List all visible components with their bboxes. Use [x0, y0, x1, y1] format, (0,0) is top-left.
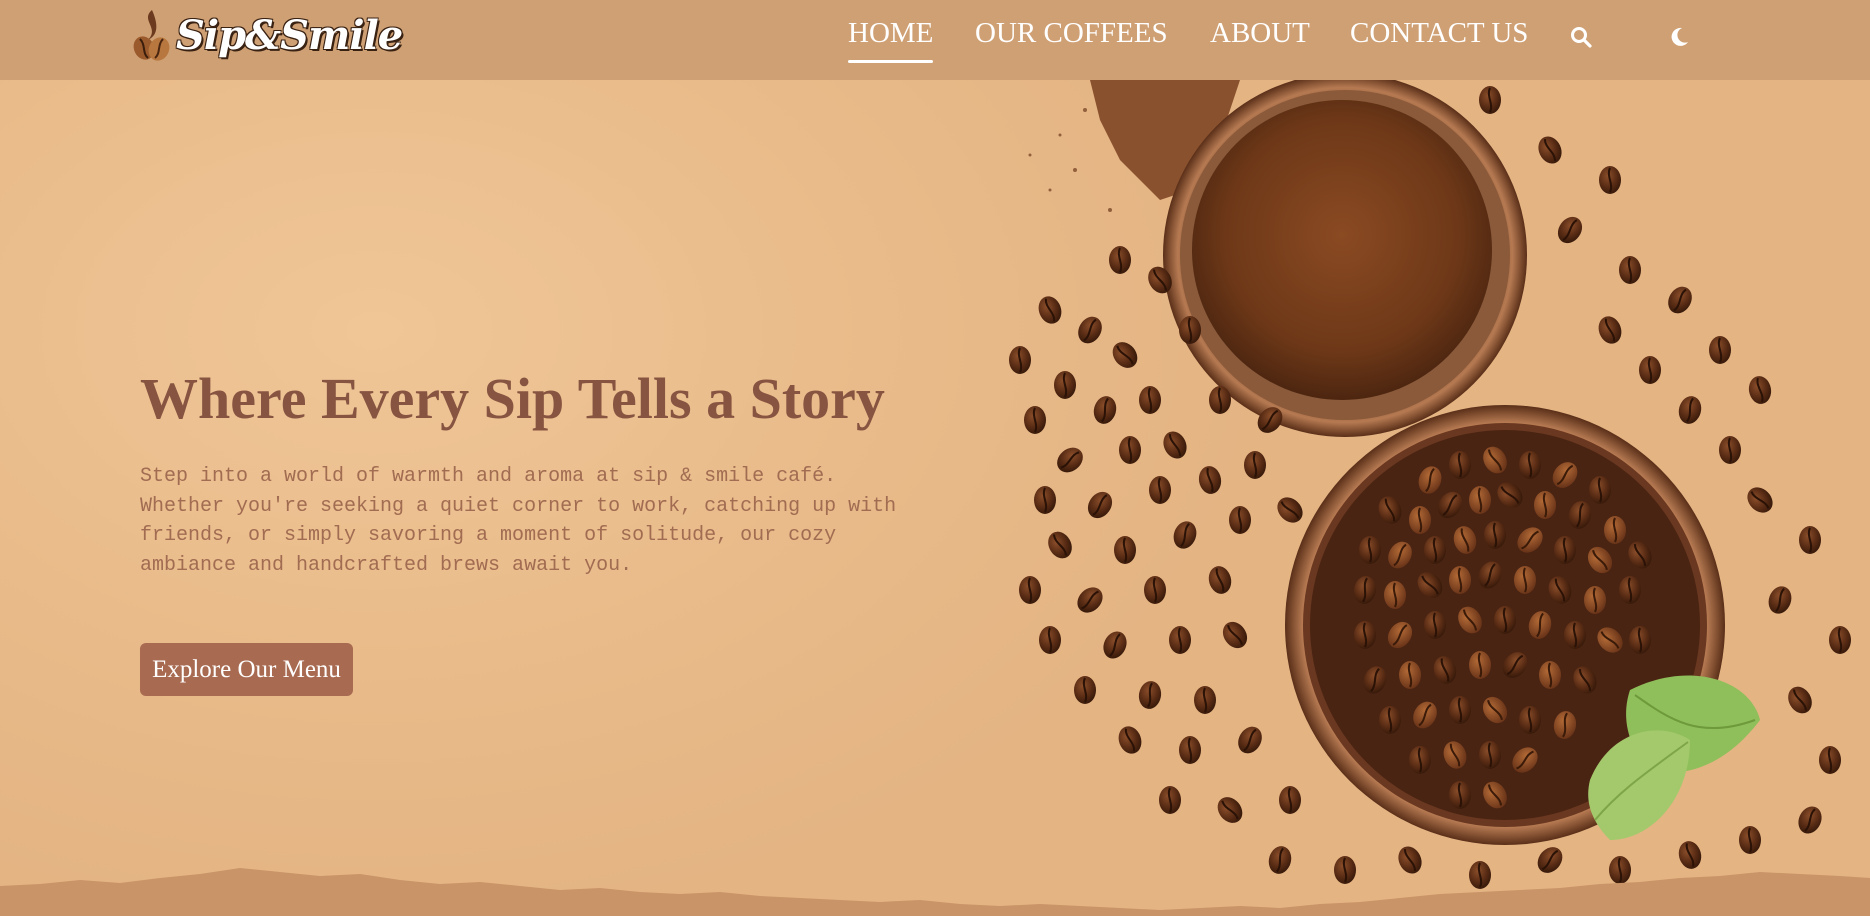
coffee-bean-flame-icon [133, 10, 170, 61]
hero-coffee-image [1008, 80, 1852, 890]
explore-menu-button[interactable]: Explore Our Menu [140, 643, 353, 696]
nav-home[interactable]: HOME [848, 17, 934, 63]
torn-paper-edge [0, 868, 1870, 916]
top-navbar: Sip&Smile HOME OUR COFFEES ABOUT CONTACT… [0, 0, 1870, 80]
search-icon[interactable] [1570, 26, 1592, 48]
nav-about[interactable]: ABOUT [1210, 17, 1310, 50]
brand-name: Sip&Smile [176, 11, 403, 59]
brand-logo[interactable]: Sip&Smile [130, 4, 403, 66]
hero-description: Step into a world of warmth and aroma at… [140, 465, 897, 577]
moon-icon[interactable] [1668, 26, 1690, 48]
hero-title: Where Every Sip Tells a Story [140, 366, 885, 431]
nav-contact-us[interactable]: CONTACT US [1350, 17, 1528, 50]
nav-our-coffees[interactable]: OUR COFFEES [975, 17, 1168, 50]
